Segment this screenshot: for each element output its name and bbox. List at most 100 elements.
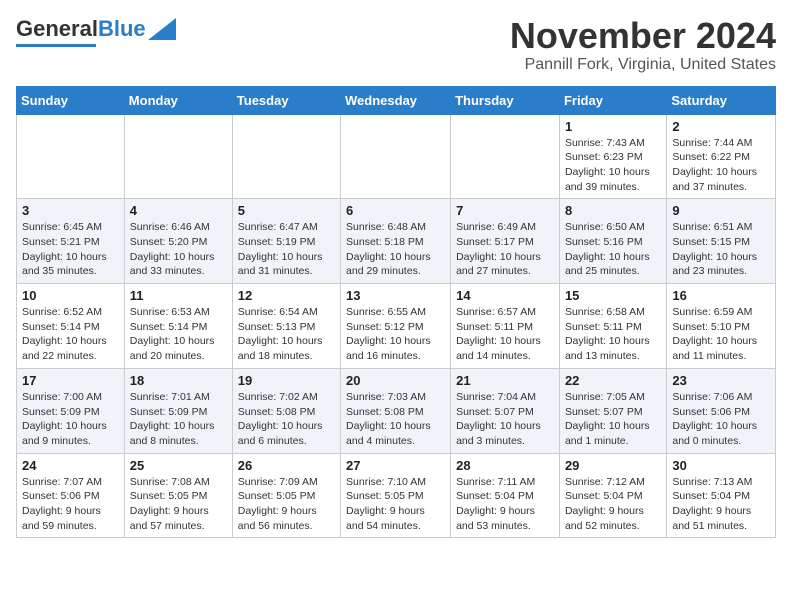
col-saturday: Saturday xyxy=(667,86,776,114)
day-number-13: 13 xyxy=(346,288,445,303)
week-row-4: 17 Sunrise: 7:00 AM Sunset: 5:09 PM Dayli… xyxy=(17,368,776,453)
week-row-1: 1 Sunrise: 7:43 AM Sunset: 6:23 PM Daylig… xyxy=(17,114,776,199)
cell-w1-d4 xyxy=(451,114,560,199)
cell-w4-d2: 19 Sunrise: 7:02 AM Sunset: 5:08 PM Dayli… xyxy=(232,368,340,453)
page-header: General Blue November 2024 Pannill Fork,… xyxy=(16,16,776,74)
cell-content-22: Sunrise: 7:05 AM Sunset: 5:07 PM Dayligh… xyxy=(565,390,661,449)
week-row-3: 10 Sunrise: 6:52 AM Sunset: 5:14 PM Dayli… xyxy=(17,284,776,369)
cell-w3-d2: 12 Sunrise: 6:54 AM Sunset: 5:13 PM Dayli… xyxy=(232,284,340,369)
day-number-28: 28 xyxy=(456,458,554,473)
day-number-6: 6 xyxy=(346,203,445,218)
day-number-30: 30 xyxy=(672,458,770,473)
cell-w3-d1: 11Sunrise: 6:53 AM Sunset: 5:14 PM Dayli… xyxy=(124,284,232,369)
day-number-15: 15 xyxy=(565,288,661,303)
cell-content-9: Sunrise: 6:51 AM Sunset: 5:15 PM Dayligh… xyxy=(672,220,770,279)
cell-content-6: Sunrise: 6:48 AM Sunset: 5:18 PM Dayligh… xyxy=(346,220,445,279)
cell-content-3: Sunrise: 6:45 AM Sunset: 5:21 PM Dayligh… xyxy=(22,220,119,279)
cell-w1-d2 xyxy=(232,114,340,199)
cell-content-12: Sunrise: 6:54 AM Sunset: 5:13 PM Dayligh… xyxy=(238,305,335,364)
logo-general: General xyxy=(16,16,98,42)
day-number-14: 14 xyxy=(456,288,554,303)
day-number-23: 23 xyxy=(672,373,770,388)
cell-w2-d1: 4 Sunrise: 6:46 AM Sunset: 5:20 PM Daylig… xyxy=(124,199,232,284)
cell-content-13: Sunrise: 6:55 AM Sunset: 5:12 PM Dayligh… xyxy=(346,305,445,364)
day-number-10: 10 xyxy=(22,288,119,303)
cell-content-28: Sunrise: 7:11 AM Sunset: 5:04 PM Dayligh… xyxy=(456,475,554,534)
cell-content-11: Sunrise: 6:53 AM Sunset: 5:14 PM Dayligh… xyxy=(130,305,227,364)
cell-w5-d5: 29Sunrise: 7:12 AM Sunset: 5:04 PM Dayli… xyxy=(559,453,666,538)
cell-content-26: Sunrise: 7:09 AM Sunset: 5:05 PM Dayligh… xyxy=(238,475,335,534)
day-number-18: 18 xyxy=(130,373,227,388)
col-thursday: Thursday xyxy=(451,86,560,114)
month-title: November 2024 xyxy=(510,16,776,56)
col-sunday: Sunday xyxy=(17,86,125,114)
cell-content-14: Sunrise: 6:57 AM Sunset: 5:11 PM Dayligh… xyxy=(456,305,554,364)
cell-w3-d0: 10 Sunrise: 6:52 AM Sunset: 5:14 PM Dayli… xyxy=(17,284,125,369)
cell-content-27: Sunrise: 7:10 AM Sunset: 5:05 PM Dayligh… xyxy=(346,475,445,534)
day-number-5: 5 xyxy=(238,203,335,218)
cell-w2-d2: 5 Sunrise: 6:47 AM Sunset: 5:19 PM Daylig… xyxy=(232,199,340,284)
cell-w5-d0: 24 Sunrise: 7:07 AM Sunset: 5:06 PM Dayli… xyxy=(17,453,125,538)
cell-content-1: Sunrise: 7:43 AM Sunset: 6:23 PM Dayligh… xyxy=(565,136,661,195)
logo-underline xyxy=(16,44,96,47)
cell-content-16: Sunrise: 6:59 AM Sunset: 5:10 PM Dayligh… xyxy=(672,305,770,364)
cell-w2-d5: 8 Sunrise: 6:50 AM Sunset: 5:16 PM Daylig… xyxy=(559,199,666,284)
day-number-2: 2 xyxy=(672,119,770,134)
cell-w2-d0: 3 Sunrise: 6:45 AM Sunset: 5:21 PM Daylig… xyxy=(17,199,125,284)
cell-w2-d4: 7Sunrise: 6:49 AM Sunset: 5:17 PM Daylig… xyxy=(451,199,560,284)
col-monday: Monday xyxy=(124,86,232,114)
cell-w5-d1: 25Sunrise: 7:08 AM Sunset: 5:05 PM Dayli… xyxy=(124,453,232,538)
calendar-table: Sunday Monday Tuesday Wednesday Thursday… xyxy=(16,86,776,539)
cell-w4-d4: 21Sunrise: 7:04 AM Sunset: 5:07 PM Dayli… xyxy=(451,368,560,453)
day-number-8: 8 xyxy=(565,203,661,218)
day-number-20: 20 xyxy=(346,373,445,388)
location-title: Pannill Fork, Virginia, United States xyxy=(510,56,776,74)
cell-w5-d6: 30Sunrise: 7:13 AM Sunset: 5:04 PM Dayli… xyxy=(667,453,776,538)
col-tuesday: Tuesday xyxy=(232,86,340,114)
cell-w5-d3: 27 Sunrise: 7:10 AM Sunset: 5:05 PM Dayli… xyxy=(341,453,451,538)
col-wednesday: Wednesday xyxy=(341,86,451,114)
cell-content-21: Sunrise: 7:04 AM Sunset: 5:07 PM Dayligh… xyxy=(456,390,554,449)
cell-w1-d0 xyxy=(17,114,125,199)
logo: General Blue xyxy=(16,16,176,47)
cell-content-15: Sunrise: 6:58 AM Sunset: 5:11 PM Dayligh… xyxy=(565,305,661,364)
cell-w5-d2: 26 Sunrise: 7:09 AM Sunset: 5:05 PM Dayli… xyxy=(232,453,340,538)
day-number-1: 1 xyxy=(565,119,661,134)
cell-w3-d4: 14 Sunrise: 6:57 AM Sunset: 5:11 PM Dayli… xyxy=(451,284,560,369)
cell-w4-d1: 18 Sunrise: 7:01 AM Sunset: 5:09 PM Dayli… xyxy=(124,368,232,453)
day-number-27: 27 xyxy=(346,458,445,473)
cell-w2-d3: 6 Sunrise: 6:48 AM Sunset: 5:18 PM Daylig… xyxy=(341,199,451,284)
col-friday: Friday xyxy=(559,86,666,114)
cell-w3-d5: 15 Sunrise: 6:58 AM Sunset: 5:11 PM Dayli… xyxy=(559,284,666,369)
day-number-12: 12 xyxy=(238,288,335,303)
cell-w2-d6: 9Sunrise: 6:51 AM Sunset: 5:15 PM Daylig… xyxy=(667,199,776,284)
day-number-17: 17 xyxy=(22,373,119,388)
cell-content-24: Sunrise: 7:07 AM Sunset: 5:06 PM Dayligh… xyxy=(22,475,119,534)
cell-content-18: Sunrise: 7:01 AM Sunset: 5:09 PM Dayligh… xyxy=(130,390,227,449)
cell-w1-d6: 2Sunrise: 7:44 AM Sunset: 6:22 PM Daylig… xyxy=(667,114,776,199)
title-section: November 2024 Pannill Fork, Virginia, Un… xyxy=(510,16,776,74)
cell-w3-d3: 13 Sunrise: 6:55 AM Sunset: 5:12 PM Dayli… xyxy=(341,284,451,369)
day-number-4: 4 xyxy=(130,203,227,218)
logo-blue: Blue xyxy=(98,16,146,42)
cell-content-19: Sunrise: 7:02 AM Sunset: 5:08 PM Dayligh… xyxy=(238,390,335,449)
cell-content-4: Sunrise: 6:46 AM Sunset: 5:20 PM Dayligh… xyxy=(130,220,227,279)
cell-content-8: Sunrise: 6:50 AM Sunset: 5:16 PM Dayligh… xyxy=(565,220,661,279)
day-number-26: 26 xyxy=(238,458,335,473)
cell-w4-d3: 20 Sunrise: 7:03 AM Sunset: 5:08 PM Dayli… xyxy=(341,368,451,453)
cell-content-10: Sunrise: 6:52 AM Sunset: 5:14 PM Dayligh… xyxy=(22,305,119,364)
week-row-5: 24 Sunrise: 7:07 AM Sunset: 5:06 PM Dayli… xyxy=(17,453,776,538)
day-number-7: 7 xyxy=(456,203,554,218)
day-number-19: 19 xyxy=(238,373,335,388)
day-number-16: 16 xyxy=(672,288,770,303)
cell-content-5: Sunrise: 6:47 AM Sunset: 5:19 PM Dayligh… xyxy=(238,220,335,279)
day-number-3: 3 xyxy=(22,203,119,218)
cell-content-29: Sunrise: 7:12 AM Sunset: 5:04 PM Dayligh… xyxy=(565,475,661,534)
cell-content-23: Sunrise: 7:06 AM Sunset: 5:06 PM Dayligh… xyxy=(672,390,770,449)
cell-w3-d6: 16 Sunrise: 6:59 AM Sunset: 5:10 PM Dayli… xyxy=(667,284,776,369)
day-number-24: 24 xyxy=(22,458,119,473)
cell-content-17: Sunrise: 7:00 AM Sunset: 5:09 PM Dayligh… xyxy=(22,390,119,449)
cell-content-20: Sunrise: 7:03 AM Sunset: 5:08 PM Dayligh… xyxy=(346,390,445,449)
day-number-25: 25 xyxy=(130,458,227,473)
logo-icon xyxy=(148,18,176,40)
